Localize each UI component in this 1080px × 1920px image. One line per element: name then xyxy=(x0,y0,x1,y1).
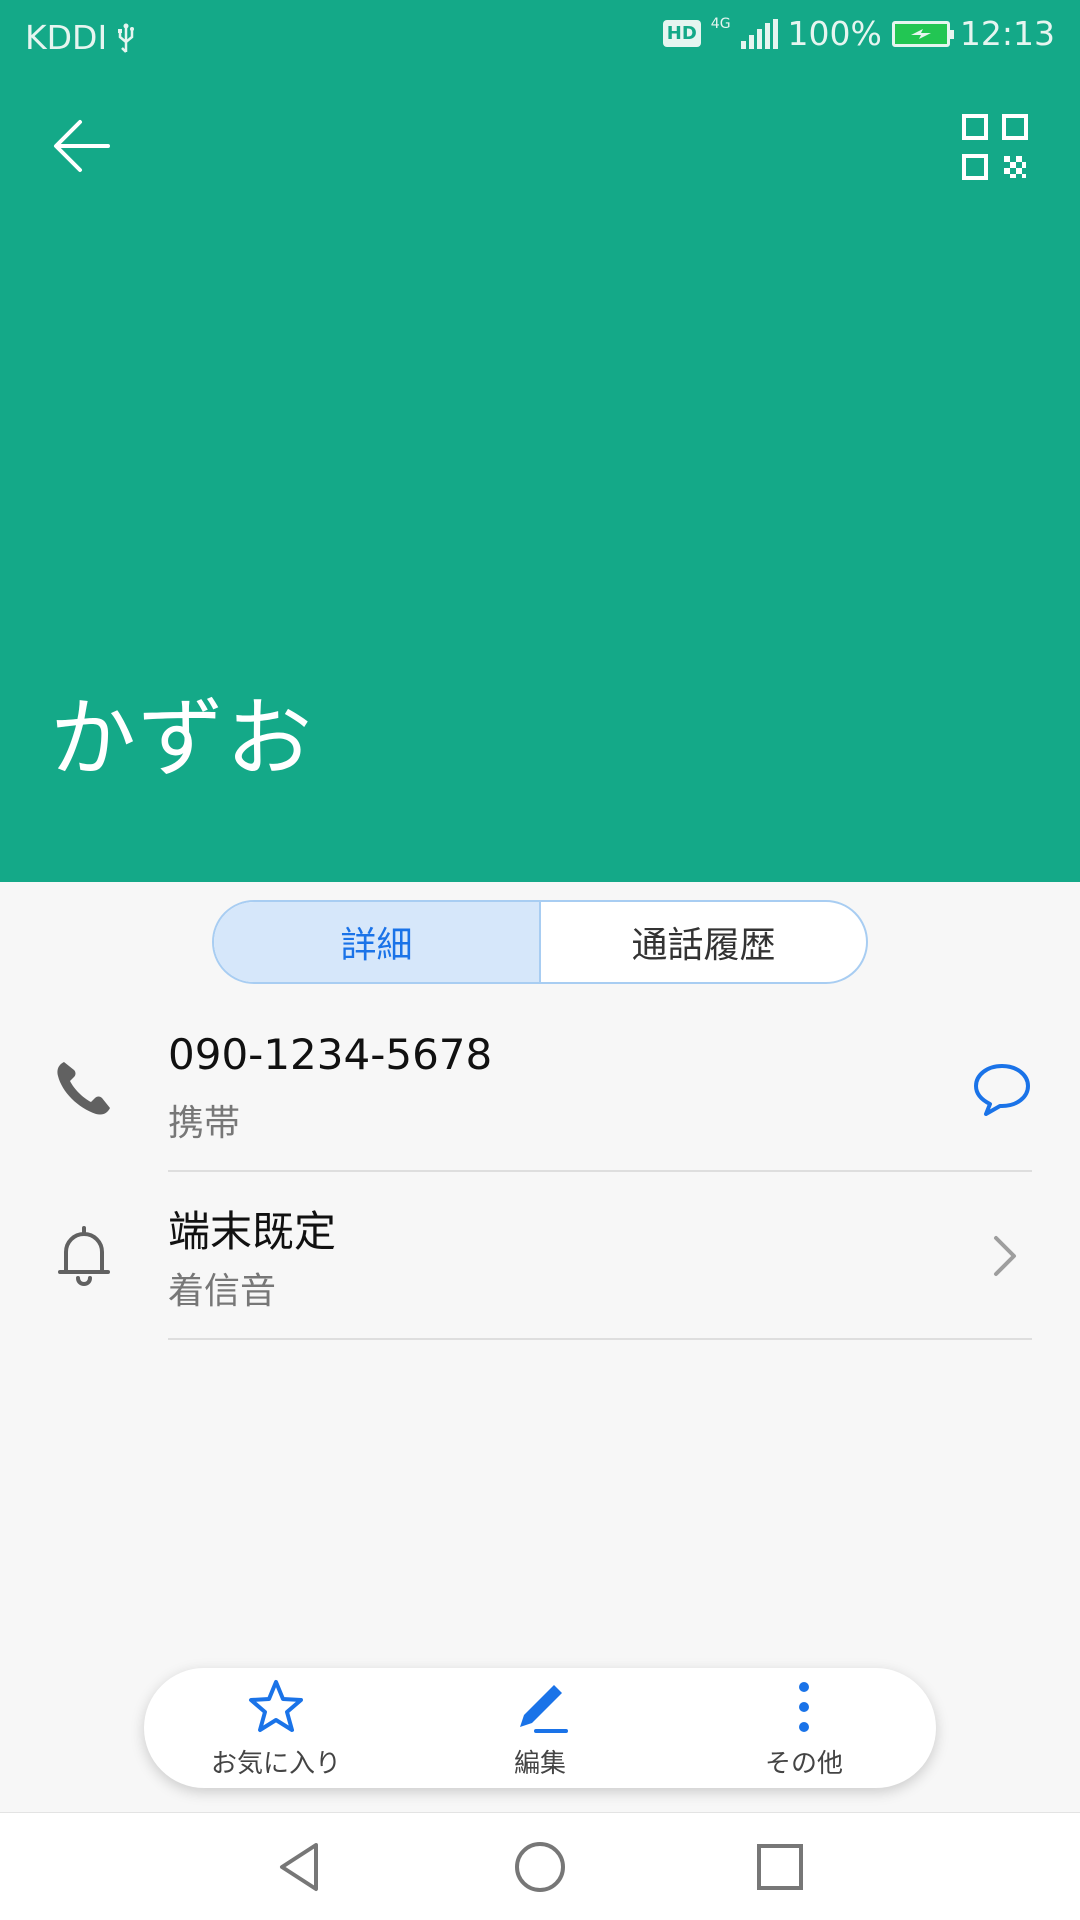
contact-name: かずお xyxy=(50,689,314,789)
phone-icon xyxy=(57,1062,110,1115)
chevron-right-icon xyxy=(994,1236,1016,1276)
usb-icon xyxy=(118,23,135,53)
message-icon xyxy=(974,1064,1030,1116)
recents-square-icon xyxy=(757,1843,803,1890)
nav-home-button[interactable] xyxy=(495,1822,585,1912)
network-type: 4G xyxy=(710,15,731,32)
detail-tabs: 詳細 通話履歴 xyxy=(212,900,868,984)
nav-recents-button[interactable] xyxy=(735,1822,825,1912)
home-circle-icon xyxy=(515,1841,565,1892)
tab-call-history[interactable]: 通話履歴 xyxy=(541,902,866,982)
row-divider xyxy=(168,1338,1032,1340)
tab-details[interactable]: 詳細 xyxy=(214,902,541,982)
contact-action-bar: お気に入り 編集 その他 xyxy=(144,1668,936,1788)
more-label: その他 xyxy=(764,1748,843,1779)
phone-number-row[interactable]: 090-1234-5678 携帯 xyxy=(0,1004,1080,1172)
carrier-label: KDDI xyxy=(25,18,108,57)
clock: 12:13 xyxy=(959,14,1055,53)
battery-charging-fill xyxy=(894,23,947,44)
arrow-left-icon xyxy=(54,120,110,172)
qr-code-icon xyxy=(962,114,1028,180)
qr-code-button[interactable] xyxy=(960,112,1030,182)
status-right: HD 4G 100% 12:13 xyxy=(662,14,1055,53)
status-bar: KDDI HD 4G 100% 12:13 xyxy=(0,0,1080,76)
battery-percent: 100% xyxy=(787,14,882,53)
more-vertical-icon xyxy=(799,1681,809,1732)
star-icon xyxy=(249,1679,303,1732)
status-left: KDDI xyxy=(25,18,137,57)
phone-number: 090-1234-5678 xyxy=(168,1030,493,1079)
charging-bolt-icon xyxy=(910,28,931,39)
hd-voice-badge: HD xyxy=(662,20,701,47)
ringtone-value: 端末既定 xyxy=(168,1207,337,1256)
edit-pen-icon xyxy=(520,1684,568,1733)
nav-back-button[interactable] xyxy=(255,1822,345,1912)
more-button[interactable]: その他 xyxy=(672,1668,936,1788)
signal-strength-icon xyxy=(740,18,778,49)
battery-icon xyxy=(891,20,954,47)
bell-icon xyxy=(58,1226,110,1286)
edit-button[interactable]: 編集 xyxy=(408,1668,672,1788)
favorite-label: お気に入り xyxy=(210,1748,341,1779)
ringtone-label: 着信音 xyxy=(168,1271,277,1312)
edit-label: 編集 xyxy=(513,1748,566,1779)
system-navigation-bar xyxy=(0,1812,1080,1920)
back-button[interactable] xyxy=(48,110,120,182)
send-message-button[interactable] xyxy=(972,1058,1032,1118)
contact-header: KDDI HD 4G 100% 12:13 かずお xyxy=(0,0,1080,882)
back-triangle-icon xyxy=(280,1842,318,1891)
ringtone-row[interactable]: 端末既定 着信音 xyxy=(0,1172,1080,1340)
phone-type-label: 携帯 xyxy=(168,1103,241,1144)
favorite-button[interactable]: お気に入り xyxy=(144,1668,408,1788)
